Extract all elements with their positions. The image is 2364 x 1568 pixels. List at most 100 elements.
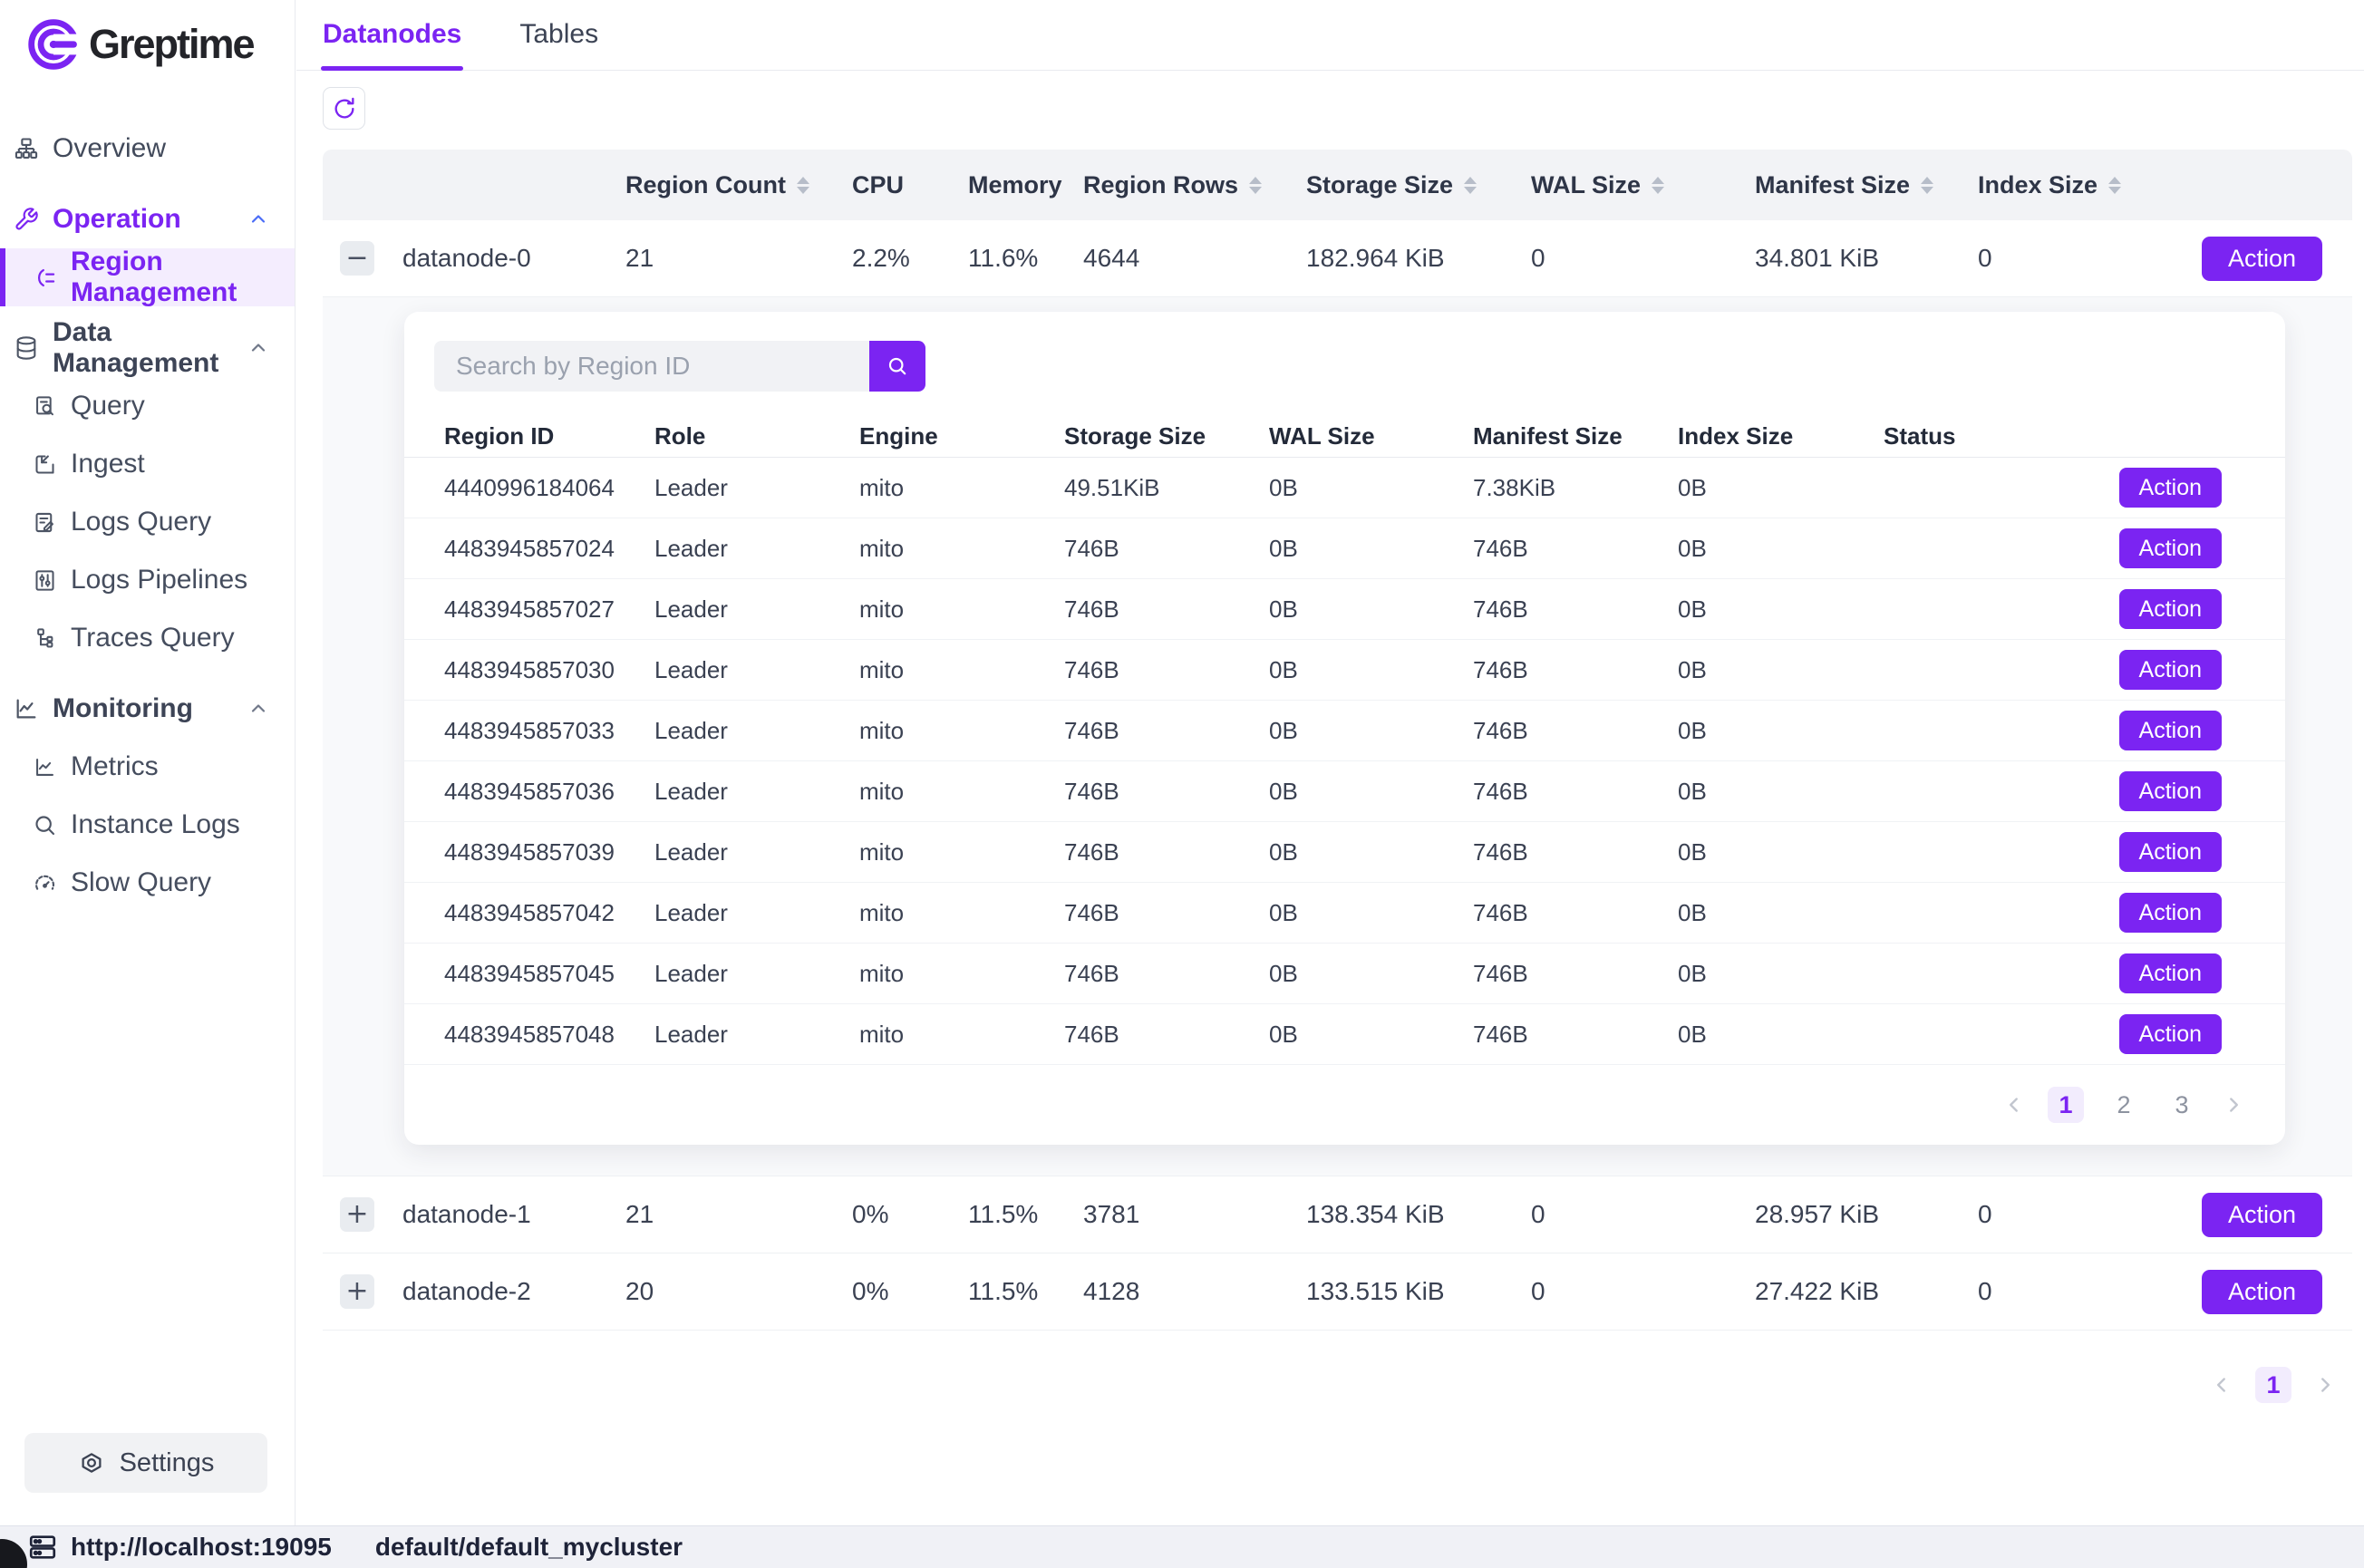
action-button[interactable]: Action xyxy=(2119,1014,2222,1054)
chevron-up-icon[interactable] xyxy=(247,337,269,359)
action-button[interactable]: Action xyxy=(2202,1193,2322,1237)
cell-index-size: 0B xyxy=(1678,838,1884,866)
action-button[interactable]: Action xyxy=(2119,893,2222,933)
ingest-arrow-icon xyxy=(33,452,57,477)
action-button[interactable]: Action xyxy=(2202,237,2322,281)
page-button-1[interactable]: 1 xyxy=(2048,1087,2084,1123)
action-button[interactable]: Action xyxy=(2119,953,2222,993)
sidebar-group-data-management[interactable]: Data Management xyxy=(0,319,295,377)
page-button-1[interactable]: 1 xyxy=(2255,1367,2291,1403)
expand-toggle[interactable]: + xyxy=(340,1274,374,1309)
datanode-name: datanode-2 xyxy=(383,1277,625,1306)
sidebar-item-query[interactable]: Query xyxy=(0,377,295,435)
cell-wal-size: 0B xyxy=(1269,717,1473,745)
tab-bar: Datanodes Tables xyxy=(296,0,2364,71)
brand-name: Greptime xyxy=(89,21,254,68)
cell-storage-size: 49.51KiB xyxy=(1064,474,1269,502)
cell-wal-size: 0 xyxy=(1531,244,1755,273)
tab-datanodes[interactable]: Datanodes xyxy=(323,19,461,70)
page-button-2[interactable]: 2 xyxy=(2106,1087,2142,1123)
cell-region-id: 4483945857027 xyxy=(444,595,654,624)
sidebar-item-traces-query[interactable]: Traces Query xyxy=(0,609,295,667)
cell-storage-size: 746B xyxy=(1064,778,1269,806)
cell-storage-size: 746B xyxy=(1064,656,1269,684)
org-chart-icon xyxy=(14,136,39,161)
sort-icon[interactable] xyxy=(2108,177,2121,194)
datanode-name: datanode-1 xyxy=(383,1200,625,1229)
sort-icon[interactable] xyxy=(797,177,809,194)
sort-icon[interactable] xyxy=(1464,177,1477,194)
th-label: Storage Size xyxy=(1306,171,1453,199)
endpoint-url[interactable]: http://localhost:19095 xyxy=(71,1533,332,1562)
sidebar-group-operation[interactable]: Operation xyxy=(0,190,295,248)
action-button[interactable]: Action xyxy=(2119,832,2222,872)
action-button[interactable]: Action xyxy=(2202,1270,2322,1314)
cell-region-id: 4483945857048 xyxy=(444,1021,654,1049)
cell-role: Leader xyxy=(654,1021,859,1049)
action-button[interactable]: Action xyxy=(2119,468,2222,508)
cell-role: Leader xyxy=(654,717,859,745)
cell-index-size: 0B xyxy=(1678,656,1884,684)
cell-storage-size: 746B xyxy=(1064,899,1269,927)
sidebar-item-ingest[interactable]: Ingest xyxy=(0,435,295,493)
sort-icon[interactable] xyxy=(1249,177,1262,194)
cell-action: Action xyxy=(2029,953,2222,993)
cell-region-count: 20 xyxy=(625,1277,852,1306)
expand-toggle[interactable]: − xyxy=(340,241,374,276)
corner-widget[interactable] xyxy=(0,1539,27,1568)
refresh-button[interactable] xyxy=(323,87,365,130)
region-row: 4483945857039 Leader mito 746B 0B 746B 0… xyxy=(404,822,2285,883)
sidebar-item-logs-query[interactable]: Logs Query xyxy=(0,493,295,551)
next-page-icon[interactable] xyxy=(2222,1093,2245,1117)
action-button[interactable]: Action xyxy=(2119,711,2222,750)
cell-storage-size: 746B xyxy=(1064,595,1269,624)
th-cpu: CPU xyxy=(852,171,968,199)
region-row: 4483945857036 Leader mito 746B 0B 746B 0… xyxy=(404,761,2285,822)
next-page-icon[interactable] xyxy=(2313,1373,2337,1397)
cell-index-size: 0B xyxy=(1678,595,1884,624)
chevron-up-icon[interactable] xyxy=(247,698,269,720)
cell-region-id: 4440996184064 xyxy=(444,474,654,502)
sidebar-item-metrics[interactable]: Metrics xyxy=(0,738,295,796)
cell-action: Action xyxy=(2029,1014,2222,1054)
cell-action: Action xyxy=(2166,1193,2352,1237)
prev-page-icon[interactable] xyxy=(2002,1093,2026,1117)
sidebar-item-instance-logs[interactable]: Instance Logs xyxy=(0,796,295,854)
sidebar-item-slow-query[interactable]: Slow Query xyxy=(0,854,295,912)
sidebar-group-label: Data Management xyxy=(53,317,234,379)
sidebar-item-logs-pipelines[interactable]: Logs Pipelines xyxy=(0,551,295,609)
action-button[interactable]: Action xyxy=(2119,771,2222,811)
cell-manifest-size: 746B xyxy=(1473,899,1678,927)
cell-region-count: 21 xyxy=(625,244,852,273)
sidebar: Greptime Overview xyxy=(0,0,296,1525)
sidebar-group-monitoring[interactable]: Monitoring xyxy=(0,680,295,738)
region-search-button[interactable] xyxy=(869,341,925,392)
chevron-up-icon[interactable] xyxy=(247,208,269,230)
region-rows: 4440996184064 Leader mito 49.51KiB 0B 7.… xyxy=(404,458,2285,1065)
th-region-rows: Region Rows xyxy=(1083,171,1306,199)
action-button[interactable]: Action xyxy=(2119,589,2222,629)
sidebar-item-region-management[interactable]: Region Management xyxy=(0,248,295,306)
cell-role: Leader xyxy=(654,474,859,502)
settings-button[interactable]: Settings xyxy=(24,1433,267,1493)
prev-page-icon[interactable] xyxy=(2210,1373,2233,1397)
cell-manifest-size: 746B xyxy=(1473,1021,1678,1049)
cell-memory: 11.5% xyxy=(968,1200,1083,1229)
region-search-input[interactable] xyxy=(434,341,869,392)
cell-manifest-size: 746B xyxy=(1473,656,1678,684)
action-button[interactable]: Action xyxy=(2119,528,2222,568)
cell-region-count: 21 xyxy=(625,1200,852,1229)
expand-toggle[interactable]: + xyxy=(340,1197,374,1232)
cell-storage-size: 182.964 KiB xyxy=(1306,244,1531,273)
th-wal-size: WAL Size xyxy=(1531,171,1755,199)
action-button[interactable]: Action xyxy=(2119,650,2222,690)
cell-action: Action xyxy=(2166,1270,2352,1314)
cluster-name[interactable]: default/default_mycluster xyxy=(375,1533,683,1562)
sidebar-item-overview[interactable]: Overview xyxy=(0,120,295,178)
sort-icon[interactable] xyxy=(1921,177,1933,194)
page-button-3[interactable]: 3 xyxy=(2164,1087,2200,1123)
datanodes-body: − datanode-0 21 2.2% 11.6% 4644 182.964 … xyxy=(323,220,2352,1331)
tab-tables[interactable]: Tables xyxy=(519,19,598,70)
cell-index-size: 0B xyxy=(1678,899,1884,927)
sort-icon[interactable] xyxy=(1652,177,1664,194)
